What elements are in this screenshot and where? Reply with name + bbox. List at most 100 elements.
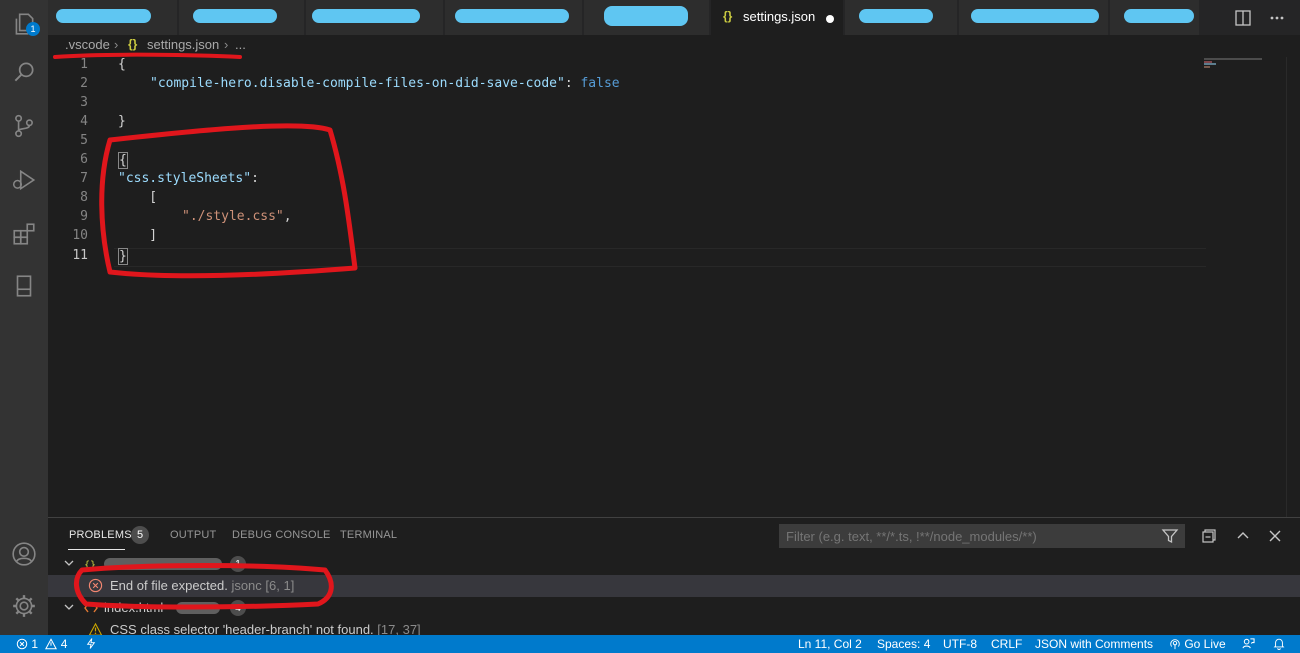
tab-output[interactable]: OUTPUT <box>170 529 216 541</box>
status-bar: 1 4 Ln 11, Col 2 Spaces: 4 UTF-8 CRLF JS… <box>0 635 1300 653</box>
more-actions-button[interactable] <box>1268 9 1286 27</box>
run-debug-icon <box>12 169 36 191</box>
code-line: 8 [ <box>48 190 1208 209</box>
code-editor[interactable]: 1 { 2 "compile-hero.disable-compile-file… <box>48 57 1300 517</box>
code-line: 1 { <box>48 57 1208 76</box>
json-separator: : <box>564 76 581 91</box>
breadcrumb-folder[interactable]: .vscode <box>65 37 110 52</box>
go-live-button[interactable]: Go Live <box>1169 637 1226 651</box>
line-number: 11 <box>72 248 88 263</box>
tab-redacted-3[interactable] <box>306 0 444 35</box>
collapse-all-icon <box>1202 529 1216 543</box>
source-control-icon <box>15 114 33 138</box>
filter-button[interactable] <box>1161 527 1179 545</box>
remote-explorer-icon <box>16 275 32 297</box>
breadcrumb-file[interactable]: settings.json <box>147 37 219 52</box>
json-key: "compile-hero.disable-compile-files-on-d… <box>150 76 565 91</box>
line-number: 3 <box>80 95 88 110</box>
line-number: 7 <box>80 171 88 186</box>
code-text: ] <box>118 228 158 243</box>
problems-group-settings[interactable]: {} 1 <box>48 553 1300 575</box>
lightning-button[interactable] <box>86 637 96 653</box>
problems-status[interactable]: 1 4 <box>16 637 67 651</box>
indentation[interactable]: Spaces: 4 <box>877 637 930 651</box>
tab-settings-json[interactable]: {} settings.json <box>711 0 844 35</box>
problem-text: End of file expected. <box>110 578 228 593</box>
line-number: 8 <box>80 190 88 205</box>
collapse-all-button[interactable] <box>1200 527 1218 545</box>
feedback-button[interactable] <box>1242 637 1255 653</box>
breadcrumb-separator-icon: › <box>224 37 229 52</box>
unsaved-dot-icon[interactable] <box>826 15 834 23</box>
tab-problems[interactable]: PROBLEMS <box>69 529 132 541</box>
code-text: "./style.css", <box>182 209 292 224</box>
encoding[interactable]: UTF-8 <box>943 637 977 651</box>
line-number: 5 <box>80 133 88 148</box>
html-file-icon <box>84 603 98 613</box>
breadcrumb-separator-icon: › <box>114 37 119 52</box>
ellipsis-icon <box>1270 16 1284 20</box>
run-debug-button[interactable] <box>0 156 48 204</box>
json-key: "css.styleSheets" <box>118 171 252 186</box>
activity-bar: 1 <box>0 0 48 635</box>
tab-redacted-5[interactable] <box>584 0 710 35</box>
broadcast-icon <box>1170 639 1180 650</box>
error-icon <box>16 638 28 650</box>
filter-icon <box>1161 529 1179 544</box>
tab-debug-console[interactable]: DEBUG CONSOLE <box>232 529 331 541</box>
minimap[interactable] <box>1202 57 1282 71</box>
warning-icon <box>45 638 58 650</box>
go-live-label: Go Live <box>1184 637 1226 651</box>
code-line: 7 "css.styleSheets": <box>48 171 1208 190</box>
extensions-button[interactable] <box>0 210 48 258</box>
tab-redacted-2[interactable] <box>179 0 305 35</box>
split-editor-button[interactable] <box>1234 9 1252 27</box>
problem-item[interactable]: End of file expected. jsonc [6, 1] <box>48 575 1300 597</box>
problems-group-index-html[interactable]: index.html 4 <box>48 597 1300 619</box>
tab-redacted-8[interactable] <box>1110 0 1200 35</box>
chevron-down-icon <box>64 560 74 566</box>
line-number: 1 <box>80 57 88 72</box>
tab-terminal[interactable]: TERMINAL <box>340 529 397 541</box>
source-control-button[interactable] <box>0 102 48 150</box>
remote-explorer-button[interactable] <box>0 262 48 310</box>
close-icon <box>1269 530 1281 542</box>
maximize-panel-button[interactable] <box>1234 527 1252 545</box>
end-of-line[interactable]: CRLF <box>991 637 1022 651</box>
svg-text:{}: {} <box>84 560 96 571</box>
line-number: 4 <box>80 114 88 129</box>
problems-filter-input[interactable] <box>779 524 1185 548</box>
tab-redacted-6[interactable] <box>845 0 958 35</box>
extensions-icon <box>13 223 35 245</box>
cursor-position[interactable]: Ln 11, Col 2 <box>798 637 862 651</box>
accounts-button[interactable] <box>0 530 48 578</box>
code-text: "css.styleSheets": <box>118 171 259 186</box>
tab-redacted-1[interactable] <box>48 0 178 35</box>
notifications-button[interactable] <box>1273 637 1285 653</box>
code-line: 9 "./style.css", <box>48 209 1208 228</box>
close-panel-button[interactable] <box>1266 527 1284 545</box>
feedback-icon <box>1242 638 1255 649</box>
editor-scrollbar[interactable] <box>1286 57 1300 517</box>
code-text: { <box>118 152 128 169</box>
explorer-button[interactable]: 1 <box>0 0 48 48</box>
language-mode[interactable]: JSON with Comments <box>1035 637 1153 651</box>
code-line: 6 { <box>48 152 1208 171</box>
manage-gear-icon <box>13 595 35 617</box>
bell-icon <box>1273 638 1285 650</box>
breadcrumb-more[interactable]: ... <box>235 37 246 52</box>
json-file-icon: {} <box>84 560 96 571</box>
line-number: 6 <box>80 152 88 167</box>
error-icon <box>88 578 103 593</box>
search-button[interactable] <box>0 48 48 96</box>
editor-actions <box>1200 0 1300 35</box>
manage-button[interactable] <box>0 582 48 630</box>
chevron-down-icon <box>64 604 74 610</box>
tab-redacted-4[interactable] <box>445 0 583 35</box>
redacted-file-name <box>104 558 222 570</box>
problem-source: jsonc <box>231 578 262 593</box>
code-line: 4 } <box>48 114 1208 133</box>
line-number: 2 <box>80 76 88 91</box>
json-file-icon: {} <box>723 9 733 23</box>
tab-redacted-7[interactable] <box>959 0 1109 35</box>
